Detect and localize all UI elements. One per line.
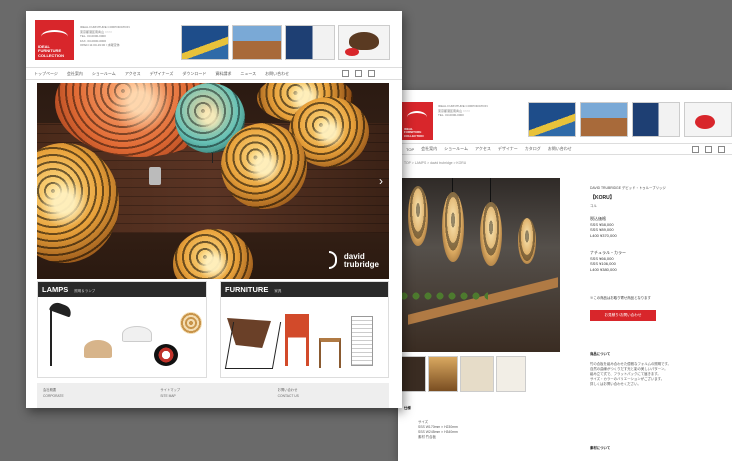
red-chair-icon <box>285 314 309 366</box>
nav-item[interactable]: アクセス <box>475 146 491 152</box>
brand-mark-icon <box>329 251 337 269</box>
next-slide-icon[interactable]: › <box>379 175 383 187</box>
home-icon[interactable] <box>718 146 725 153</box>
brand-logo[interactable]: IDEAL FURNITURE COLLECTION <box>35 20 74 60</box>
stock-note: ※この商品はお取り寄せ商品となります <box>590 296 651 300</box>
nav-item[interactable]: 会社案内 <box>421 146 437 152</box>
category-furniture[interactable]: FURNITURE 家具 <box>220 281 389 378</box>
product-page-preview: IDEAL FURNITURE COLLECTION IDEAL FURNITU… <box>398 90 732 461</box>
lamp-bamboo-icon <box>180 312 202 334</box>
nav-item-access[interactable]: アクセス <box>125 71 141 77</box>
hero-slideshow[interactable]: › david trubridge <box>37 83 389 279</box>
nav-item[interactable]: カタログ <box>525 146 541 152</box>
banner-thumb-3[interactable] <box>632 102 680 137</box>
brand-logo[interactable]: IDEAL FURNITURE COLLECTION <box>401 102 433 140</box>
product-thumb-4[interactable] <box>496 356 526 392</box>
nav-item[interactable]: お問い合わせ <box>548 146 572 152</box>
product-photo <box>398 178 560 352</box>
category-subtitle: 照明＆ランプ <box>74 289 96 293</box>
stool-icon <box>319 338 341 368</box>
breadcrumb: TOP > LAMPS > david trubridge > KORU <box>404 161 467 165</box>
nav-item[interactable]: ショールーム <box>444 146 468 152</box>
nav-item-company[interactable]: 会社案内 <box>67 71 83 77</box>
lamp-cone-icon <box>84 340 112 358</box>
main-nav: TOP 会社案内 ショールーム アクセス デザイナー カタログ お問い合わせ <box>398 143 732 155</box>
category-title: FURNITURE <box>225 285 269 294</box>
lamp-pendant-icon <box>122 326 152 342</box>
inquiry-button[interactable]: お見積り/お問い合わせ <box>590 310 656 321</box>
lamp-floor-icon <box>50 308 52 366</box>
price-block-regular: 税込価格 SSS ¥58,000 SSS ¥89,000 L400 ¥370,0… <box>590 216 617 238</box>
footer: 会社概要 CORPORATE サイトマップ SITE MAP お問い合わせ CO… <box>37 383 389 408</box>
home-page-preview: IDEAL FURNITURE COLLECTION IDEAL FURNITU… <box>26 11 402 408</box>
home-icon[interactable] <box>368 70 375 77</box>
category-header: LAMPS 照明＆ランプ <box>38 282 206 297</box>
lamp-orb <box>221 123 307 209</box>
logo-swoosh-icon <box>407 111 427 124</box>
lamp-orb-icon <box>154 344 178 366</box>
hero-brand-text: david trubridge <box>343 252 379 269</box>
banner-thumb-3[interactable] <box>285 25 335 60</box>
nav-item-designers[interactable]: デザイナーズ <box>150 71 174 77</box>
lamp-orb <box>173 229 253 279</box>
product-thumb-1[interactable] <box>400 356 426 392</box>
print-icon[interactable] <box>342 70 349 77</box>
banner-thumb-1[interactable] <box>528 102 576 137</box>
wall-sconce <box>149 167 161 185</box>
category-title: LAMPS <box>42 285 69 294</box>
nav-item-news[interactable]: ニュース <box>240 71 256 77</box>
chair-icon <box>695 115 715 129</box>
product-header: DAVID TRUBRIDGE デビッド・トゥルーブリッジ <box>590 186 666 190</box>
price-block-natural: ナチュラル・カラー SSS ¥66,000 SSS ¥106,000 L400 … <box>590 250 626 272</box>
nav-item[interactable]: TOP <box>406 147 414 152</box>
spec-title: 仕様 <box>404 406 411 410</box>
category-lamps[interactable]: LAMPS 照明＆ランプ <box>37 281 207 378</box>
category-subtitle: 家具 <box>274 289 282 293</box>
nav-item-contact[interactable]: お問い合わせ <box>265 71 289 77</box>
company-address: IDEAL FURNITURE CORPORATION 東京都港区南青山 ○○○… <box>438 104 488 118</box>
plants <box>398 290 488 304</box>
mail-icon[interactable] <box>355 70 362 77</box>
category-header: FURNITURE 家具 <box>221 282 388 297</box>
banner-thumb-1[interactable] <box>181 25 229 60</box>
nav-item-showroom[interactable]: ショールーム <box>92 71 116 77</box>
badge-icon <box>345 48 359 56</box>
banner-thumb-2[interactable] <box>580 102 628 137</box>
banner-thumb-4[interactable] <box>338 25 390 60</box>
logo-swoosh-icon <box>41 29 68 43</box>
nav-item-download[interactable]: ダウンロード <box>182 71 206 77</box>
material-title: 素材について <box>590 446 611 450</box>
description-title: 商品について <box>590 352 611 356</box>
lamp-floor-shade-icon <box>48 300 74 318</box>
description-text: 竹の合板を組み合わせた優雅なフォルムの照明です。 自然の曲線がつくりだす光と影の… <box>590 362 671 386</box>
wire-chair-icon <box>351 316 373 366</box>
product-name: 【KORU】 <box>590 195 615 201</box>
footer-col-contact[interactable]: お問い合わせ CONTACT US <box>272 383 389 408</box>
footer-col-corporate[interactable]: 会社概要 CORPORATE <box>37 383 154 408</box>
print-icon[interactable] <box>692 146 699 153</box>
company-address: IDEAL FURNITURE CORPORATION 東京都港区南青山 ○○○… <box>80 25 130 48</box>
banner-thumb-4[interactable] <box>684 102 732 137</box>
chair-leg-icon <box>224 322 282 369</box>
nav-item[interactable]: デザイナー <box>498 146 518 152</box>
product-thumb-2[interactable] <box>428 356 458 392</box>
product-thumb-3[interactable] <box>460 356 494 392</box>
nav-item-home[interactable]: トップページ <box>34 71 58 77</box>
nav-item-catalog[interactable]: 資料請求 <box>215 71 231 77</box>
footer-col-sitemap[interactable]: サイトマップ SITE MAP <box>154 383 271 408</box>
logo-text: IDEAL FURNITURE COLLECTION <box>38 43 64 58</box>
spec-table: サイズ SSS W170mm × H230mm SSS W245mm × H34… <box>418 420 458 439</box>
product-subname: コル <box>590 204 597 208</box>
mail-icon[interactable] <box>705 146 712 153</box>
logo-text: IDEAL FURNITURE COLLECTION <box>404 126 424 138</box>
banner-thumb-2[interactable] <box>232 25 282 60</box>
inquiry-button-label: お見積り/お問い合わせ <box>604 313 642 317</box>
